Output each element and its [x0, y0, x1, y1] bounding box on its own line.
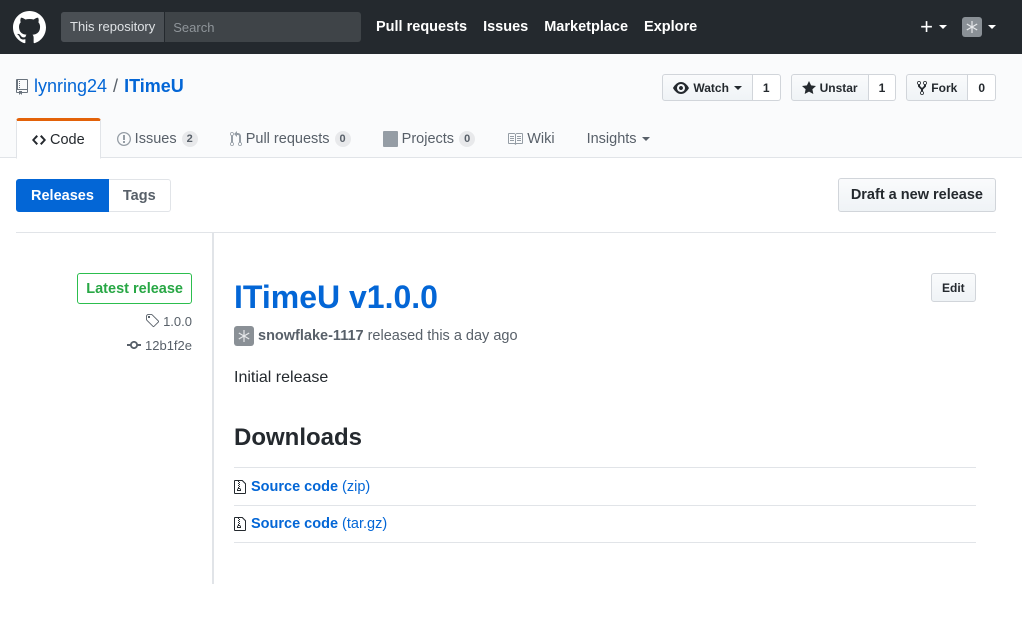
watch-label: Watch	[693, 80, 729, 95]
downloads-heading: Downloads	[234, 424, 363, 451]
tab-label: Pull requests	[245, 131, 330, 147]
download-format: (tar.gz)	[342, 516, 388, 532]
unstar-label: Unstar	[819, 80, 858, 95]
fork-group: Fork 0	[906, 74, 996, 101]
tab-wiki[interactable]: Wiki	[491, 118, 570, 158]
download-format: (zip)	[342, 478, 371, 495]
git-pull-request-icon	[229, 131, 242, 146]
caret-down-icon	[988, 25, 996, 29]
release-tag: 1.0.0	[163, 313, 192, 329]
tab-code[interactable]: Code	[16, 118, 101, 159]
fork-icon	[917, 80, 928, 95]
release-time-text: released this a day ago	[367, 328, 518, 344]
tab-insights[interactable]: Insights	[571, 118, 666, 158]
tab-label: Wiki	[527, 131, 555, 147]
watch-button[interactable]: Watch	[662, 74, 753, 101]
release-timeline-line	[212, 233, 214, 584]
download-name: Source code	[251, 516, 339, 532]
project-icon	[382, 131, 398, 147]
avatar	[962, 17, 982, 37]
path-separator: /	[113, 76, 119, 96]
plus-icon: +	[920, 14, 933, 39]
release-tag-link[interactable]: 1.0.0	[145, 313, 192, 329]
latest-release-badge: Latest release	[77, 273, 192, 304]
tab-projects[interactable]: Projects 0	[367, 118, 492, 158]
source-code-targz-link[interactable]: Source code (tar.gz)	[251, 516, 387, 532]
avatar[interactable]	[234, 326, 254, 346]
releases-tab[interactable]: Releases	[16, 179, 109, 212]
projects-counter: 0	[459, 131, 476, 147]
repo-header: lynring24 / ITimeU Watch 1 Unstar 1 Fork…	[0, 54, 1022, 159]
release-description: Initial release	[234, 369, 329, 386]
download-item: Source code (tar.gz)	[234, 505, 976, 543]
source-code-zip-link[interactable]: Source code (zip)	[251, 479, 370, 495]
file-zip-icon	[234, 517, 246, 531]
tag-icon	[146, 314, 160, 328]
github-logo-icon[interactable]	[13, 11, 46, 44]
nav-explore[interactable]: Explore	[644, 19, 697, 35]
git-commit-icon	[127, 341, 141, 349]
caret-down-icon	[939, 25, 947, 29]
tab-label: Projects	[401, 131, 455, 147]
issue-opened-icon	[116, 132, 131, 146]
tab-label: Code	[50, 131, 85, 148]
star-group: Unstar 1	[790, 74, 897, 101]
releases-subnav: Releases Tags	[16, 179, 171, 212]
star-count[interactable]: 1	[868, 74, 897, 101]
unstar-button[interactable]: Unstar	[790, 74, 869, 101]
tab-pull-requests[interactable]: Pull requests 0	[214, 118, 367, 158]
tab-label: Issues	[134, 131, 177, 147]
divider	[16, 232, 996, 233]
search-scope-label: This repository	[61, 12, 166, 42]
header-nav: Pull requests Issues Marketplace Explore	[376, 0, 713, 54]
repo-actions: Watch 1 Unstar 1 Fork 0	[652, 74, 996, 101]
repo-nav: Code Issues 2 Pull requests 0 Projects 0	[16, 118, 666, 159]
fork-label: Fork	[931, 80, 958, 95]
caret-down-icon	[641, 137, 650, 141]
release-authorship: snowflake-1117 released this a day ago	[234, 326, 518, 346]
eye-icon	[673, 81, 690, 94]
release-commit: 12b1f2e	[145, 337, 192, 353]
snowflake-icon	[238, 330, 250, 342]
fork-button[interactable]: Fork	[906, 74, 969, 101]
tab-label: Insights	[586, 131, 637, 147]
watch-group: Watch 1	[662, 74, 781, 101]
release-author-link[interactable]: snowflake-1117	[258, 328, 364, 344]
repo-name-link[interactable]: ITimeU	[124, 76, 184, 97]
search-box: This repository	[61, 12, 361, 42]
issues-counter: 2	[181, 131, 198, 147]
create-new-dropdown[interactable]: +	[920, 16, 947, 38]
header-user-actions: +	[920, 16, 996, 38]
top-header: This repository Pull requests Issues Mar…	[0, 0, 1022, 54]
download-name: Source code	[251, 478, 339, 495]
nav-issues[interactable]: Issues	[483, 19, 528, 35]
tags-tab[interactable]: Tags	[108, 179, 171, 212]
user-menu-dropdown[interactable]	[947, 17, 996, 37]
nav-marketplace[interactable]: Marketplace	[544, 19, 628, 35]
star-icon	[801, 80, 816, 94]
draft-new-release-button[interactable]: Draft a new release	[837, 178, 996, 212]
repo-title: lynring24 / ITimeU	[16, 76, 184, 97]
tab-issues[interactable]: Issues 2	[101, 118, 214, 158]
pull-requests-counter: 0	[334, 131, 351, 147]
book-icon	[508, 133, 524, 145]
caret-down-icon	[733, 85, 742, 90]
release-title-link[interactable]: ITimeU v1.0.0	[234, 278, 438, 316]
nav-pull-requests[interactable]: Pull requests	[376, 19, 467, 35]
snowflake-icon	[966, 21, 978, 33]
download-item: Source code (zip)	[234, 467, 976, 505]
file-zip-icon	[234, 479, 246, 494]
downloads-list: Source code (zip) Source code (tar.gz)	[234, 467, 976, 543]
release-commit-link[interactable]: 12b1f2e	[127, 337, 192, 353]
code-icon	[32, 134, 46, 145]
search-input[interactable]	[165, 12, 361, 42]
repo-owner-link[interactable]: lynring24	[34, 76, 107, 97]
edit-release-button[interactable]: Edit	[931, 273, 976, 302]
fork-count[interactable]: 0	[968, 74, 996, 101]
repo-icon	[16, 78, 28, 95]
watch-count[interactable]: 1	[752, 74, 781, 101]
